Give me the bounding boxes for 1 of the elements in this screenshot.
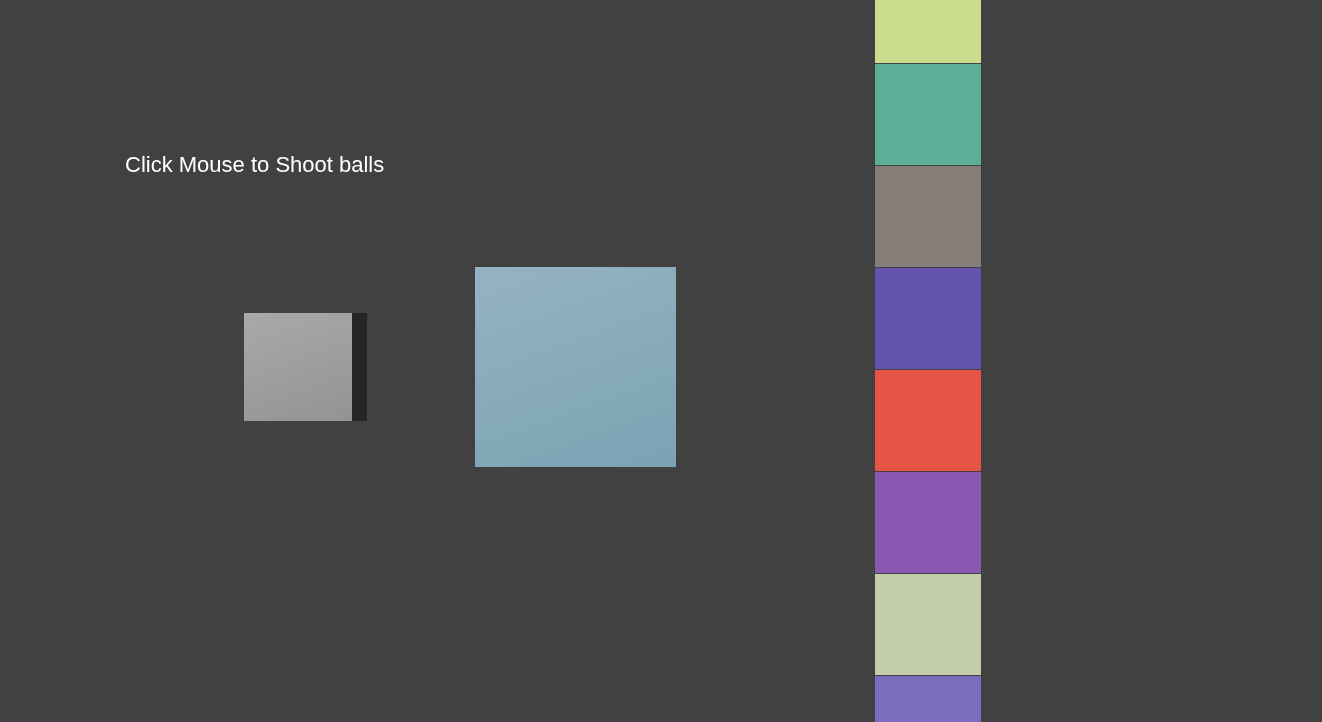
instruction-text: Click Mouse to Shoot balls bbox=[125, 152, 385, 178]
